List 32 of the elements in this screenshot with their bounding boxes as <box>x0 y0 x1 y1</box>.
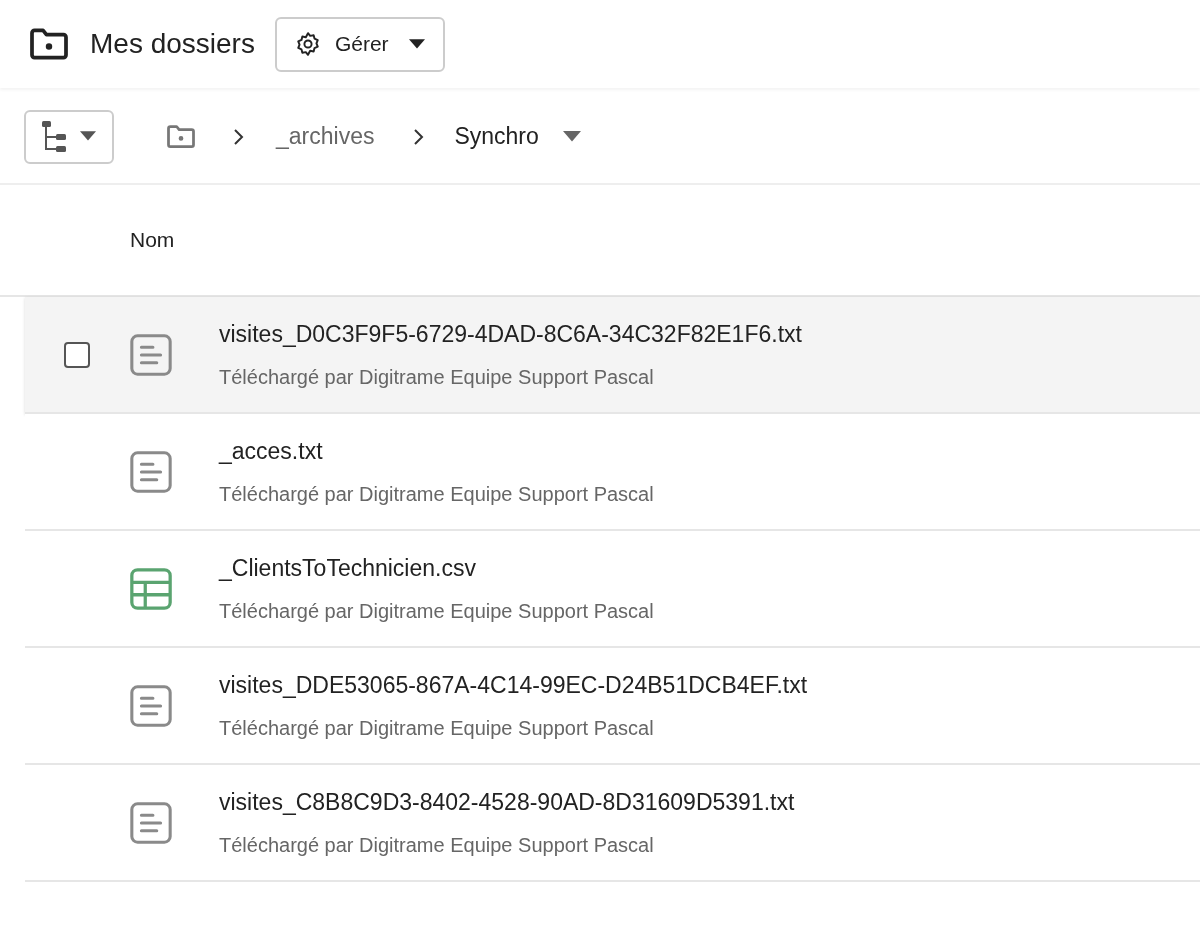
root-folder-icon <box>166 124 196 149</box>
text-file-icon <box>128 448 174 495</box>
spreadsheet-file-icon <box>128 565 174 612</box>
file-name[interactable]: visites_DDE53065-867A-4C14-99EC-D24B51DCB4EF.txt <box>219 668 808 703</box>
file-uploader: Téléchargé par Digitrame Equipe Support Pascal <box>219 481 654 507</box>
file-name[interactable]: _acces.txt <box>219 434 654 469</box>
folder-icon <box>28 27 70 61</box>
breadcrumb-link[interactable]: _archives <box>276 119 375 154</box>
text-file-icon <box>128 331 174 378</box>
file-uploader: Téléchargé par Digitrame Equipe Support Pascal <box>219 715 655 741</box>
tree-view-button[interactable] <box>24 109 114 164</box>
chevron-right-icon <box>232 127 244 146</box>
file-uploader: Téléchargé par Digitrame Equipe Support Pascal <box>219 364 655 390</box>
manage-button[interactable]: Gérer <box>274 16 445 72</box>
page-title: Mes dossiers <box>90 27 255 61</box>
settings-icon <box>294 31 321 57</box>
tree-icon <box>42 120 68 153</box>
file-name[interactable]: _ClientsToTechnicien.csv <box>219 551 654 586</box>
text-file-icon <box>128 682 174 729</box>
checkbox[interactable] <box>63 341 90 368</box>
chevron-right-icon <box>412 127 425 146</box>
caret-icon <box>408 38 425 50</box>
column-header[interactable]: Nom <box>130 224 175 256</box>
caret-icon <box>562 130 581 143</box>
file-row[interactable]: visites_D0C3F9F5-6729-4DAD-8C6A-34C32F82E1F6.txt Téléchargé par Digitrame Equipe Support Pascal <box>25 297 1200 414</box>
file-uploader: Téléchargé par Digitrame Equipe Support Pascal <box>219 598 654 624</box>
text-file-icon <box>128 799 174 846</box>
current-folder-button[interactable]: Synchro <box>454 119 581 154</box>
file-uploader: Téléchargé par Digitrame Equipe Support Pascal <box>219 832 655 858</box>
caret-icon <box>80 131 96 142</box>
file-name[interactable]: visites_C8B8C9D3-8402-4528-90AD-8D31609D5391.txt <box>219 785 795 820</box>
file-name[interactable]: visites_D0C3F9F5-6729-4DAD-8C6A-34C32F82E1F6.txt <box>219 317 802 352</box>
